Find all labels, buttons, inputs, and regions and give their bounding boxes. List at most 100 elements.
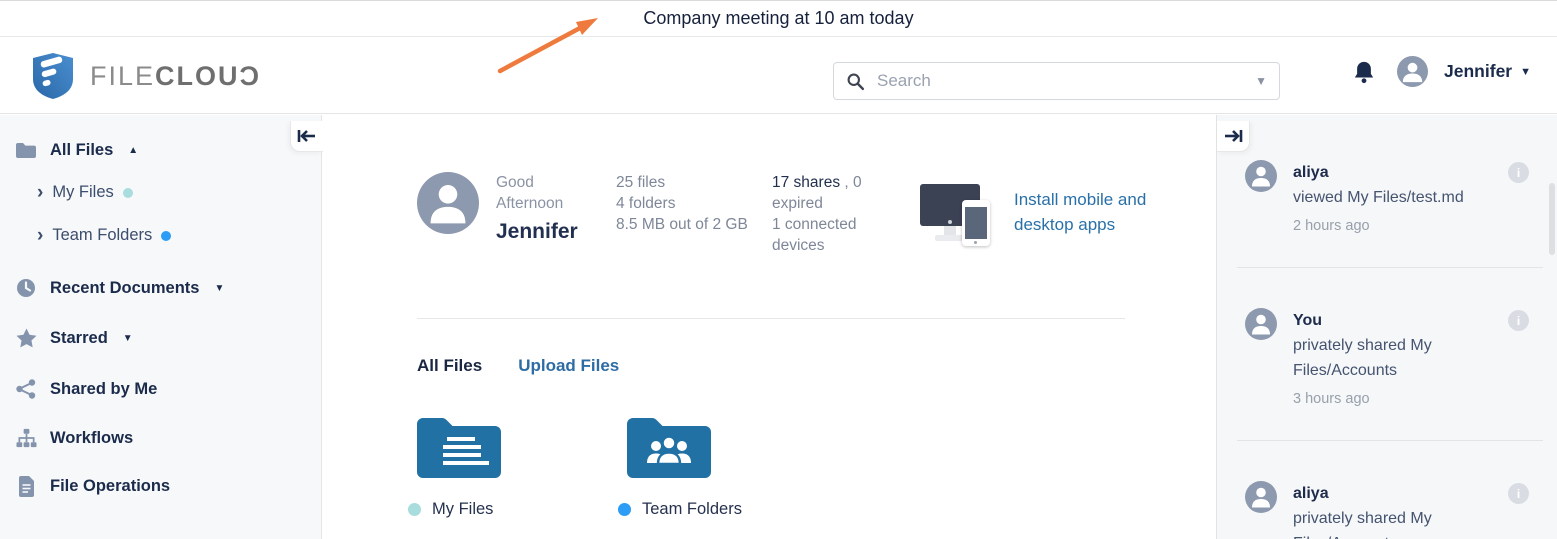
greeting-line2: Afternoon: [496, 193, 606, 214]
section-divider: [417, 318, 1125, 319]
tab-all-files[interactable]: All Files: [417, 356, 482, 376]
folder-icon: [15, 142, 37, 159]
chevron-right-icon: ›: [37, 186, 43, 200]
expand-caret-icon: ▼: [214, 283, 224, 294]
search-icon: [846, 72, 865, 91]
activity-panel-collapse-button[interactable]: [1217, 121, 1250, 152]
info-icon[interactable]: i: [1508, 162, 1529, 183]
workflow-icon: [15, 428, 37, 448]
announcement-text: Company meeting at 10 am today: [643, 8, 913, 29]
document-icon: [15, 476, 37, 497]
storage-stats: 25 files 4 folders 8.5 MB out of 2 GB: [616, 172, 766, 256]
shares-stats: 17 shares , 0 expired 1 connected device…: [772, 172, 890, 256]
activity-text: aliya viewed My Files/test.md 2 hours ag…: [1293, 160, 1464, 239]
activity-time: 3 hours ago: [1293, 387, 1511, 412]
status-dot-teal: [408, 503, 421, 516]
sidebar-collapse-button[interactable]: [290, 121, 323, 152]
user-menu-caret-icon[interactable]: ▼: [1520, 66, 1531, 78]
folders-count: 4 folders: [616, 193, 766, 214]
activity-divider: [1237, 440, 1543, 441]
collapse-left-icon: [297, 129, 317, 143]
announcement-banner: Company meeting at 10 am today: [0, 0, 1557, 37]
sidebar-item-label: Shared by Me: [50, 380, 157, 399]
app-window: Company meeting at 10 am today FILECLOUƆ: [0, 0, 1557, 539]
tab-upload-files[interactable]: Upload Files: [518, 356, 619, 376]
search-input[interactable]: [877, 71, 1255, 91]
sidebar-item-workflows[interactable]: Workflows: [0, 428, 321, 448]
sidebar-item-label: My Files: [52, 183, 113, 202]
activity-user: You: [1293, 308, 1511, 333]
files-count: 25 files: [616, 172, 766, 193]
profile-avatar: [417, 172, 479, 234]
sidebar-item-file-operations[interactable]: File Operations: [0, 476, 321, 497]
team-folders-folder-icon: [627, 416, 711, 478]
shares-count[interactable]: 17 shares: [772, 174, 840, 191]
phone-icon: [962, 200, 990, 246]
status-dot-blue: [161, 231, 171, 241]
star-icon: [15, 328, 37, 348]
files-tabs: All Files Upload Files: [417, 356, 1216, 376]
chevron-right-icon: ›: [37, 229, 43, 243]
greeting-username: Jennifer: [496, 221, 606, 242]
status-dot-teal: [123, 188, 133, 198]
sidebar-item-label: Workflows: [50, 429, 133, 448]
person-icon: [417, 172, 479, 234]
collapse-right-icon: [1223, 129, 1243, 143]
share-icon: [15, 379, 37, 399]
scrollbar-thumb[interactable]: [1549, 183, 1555, 255]
greeting-line1: Good: [496, 172, 606, 193]
user-menu-name[interactable]: Jennifer: [1444, 61, 1512, 82]
sidebar-item-my-files[interactable]: › My Files: [0, 183, 321, 202]
notifications-bell-icon[interactable]: [1353, 60, 1375, 84]
connected-devices: 1 connected devices: [772, 214, 890, 256]
status-dot-blue: [618, 503, 631, 516]
user-avatar[interactable]: [1397, 56, 1428, 87]
activity-action: privately shared My Files/Accounts: [1293, 333, 1511, 383]
left-sidebar: All Files ▲ › My Files › Team Folders Re…: [0, 115, 322, 539]
sidebar-item-starred[interactable]: Starred ▼: [0, 328, 321, 348]
sidebar-item-shared-by-me[interactable]: Shared by Me: [0, 379, 321, 399]
sidebar-item-label: Team Folders: [52, 226, 152, 245]
folder-name: Team Folders: [642, 500, 742, 519]
activity-item[interactable]: You privately shared My Files/Accounts 3…: [1217, 308, 1557, 412]
folder-grid: My Files Team Folders: [417, 416, 1216, 519]
person-icon: [1397, 56, 1428, 87]
activity-avatar: [1245, 308, 1277, 340]
content-area: All Files ▲ › My Files › Team Folders Re…: [0, 115, 1557, 539]
person-icon: [1245, 160, 1277, 192]
greeting-block: Good Afternoon Jennifer: [496, 172, 606, 256]
search-scope-dropdown-icon[interactable]: ▼: [1255, 74, 1267, 88]
person-icon: [1245, 481, 1277, 513]
filecloud-logo[interactable]: FILECLOUƆ: [32, 52, 261, 100]
sidebar-item-all-files[interactable]: All Files ▲: [0, 141, 321, 160]
info-icon[interactable]: i: [1508, 310, 1529, 331]
sidebar-item-team-folders[interactable]: › Team Folders: [0, 226, 321, 245]
sidebar-item-label: Recent Documents: [50, 279, 199, 298]
activity-item[interactable]: aliya privately shared My Files/Accounts…: [1217, 481, 1557, 539]
app-header: FILECLOUƆ ▼ Jennifer ▼: [0, 38, 1557, 114]
install-apps-link[interactable]: Install mobile and desktop apps: [1014, 187, 1174, 256]
activity-divider: [1237, 267, 1543, 268]
activity-text: You privately shared My Files/Accounts 3…: [1293, 308, 1511, 412]
folder-name: My Files: [432, 500, 493, 519]
activity-action: privately shared My Files/Accounts: [1293, 506, 1511, 539]
shares-line: 17 shares , 0 expired: [772, 172, 890, 214]
dashboard-summary: Good Afternoon Jennifer 25 files 4 folde…: [417, 172, 1216, 256]
activity-user: aliya: [1293, 160, 1464, 185]
folder-label-row: My Files: [408, 500, 501, 519]
activity-text: aliya privately shared My Files/Accounts: [1293, 481, 1511, 539]
folder-tile-my-files[interactable]: My Files: [417, 416, 501, 519]
activity-panel: aliya viewed My Files/test.md 2 hours ag…: [1216, 115, 1557, 539]
expand-caret-icon: ▼: [123, 333, 133, 344]
storage-usage: 8.5 MB out of 2 GB: [616, 214, 766, 235]
sidebar-item-label: File Operations: [50, 477, 170, 496]
sidebar-item-recent-documents[interactable]: Recent Documents ▼: [0, 278, 321, 298]
activity-time: 2 hours ago: [1293, 214, 1464, 239]
folder-label-row: Team Folders: [618, 500, 742, 519]
activity-avatar: [1245, 160, 1277, 192]
info-icon[interactable]: i: [1508, 483, 1529, 504]
search-bar[interactable]: ▼: [833, 62, 1280, 100]
collapse-caret-icon: ▲: [128, 145, 138, 156]
activity-item[interactable]: aliya viewed My Files/test.md 2 hours ag…: [1217, 160, 1557, 239]
folder-tile-team-folders[interactable]: Team Folders: [627, 416, 742, 519]
